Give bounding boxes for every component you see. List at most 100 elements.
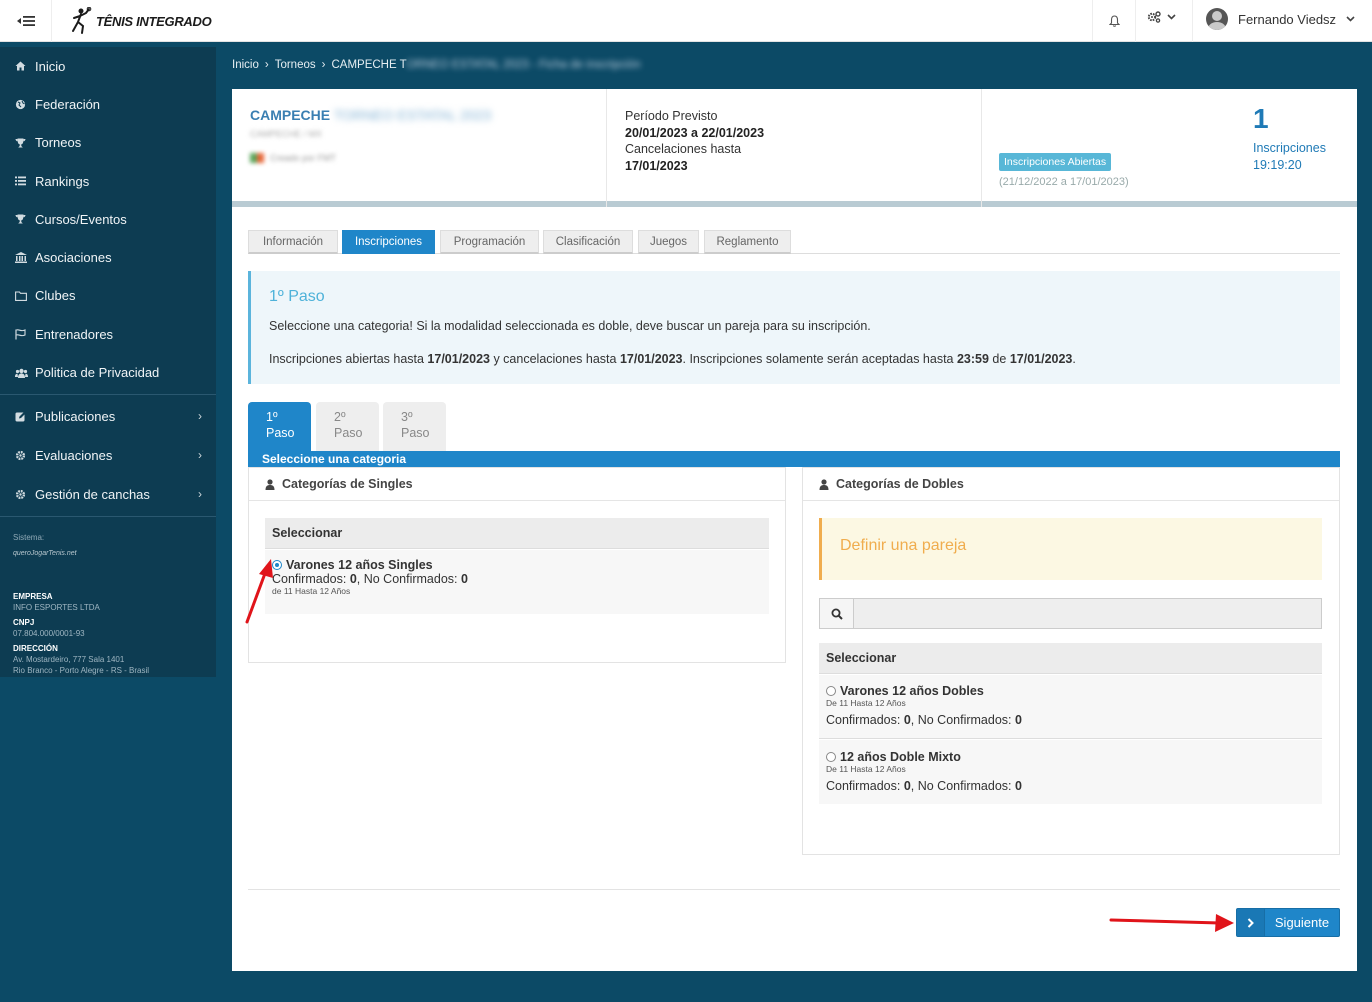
sidebar-nav: Inicio Federación Torneos Rankings Cursos/Ev… — [0, 47, 216, 392]
step-info-title: 1º Paso — [269, 288, 325, 305]
sidebar-item-label: Inicio — [35, 58, 66, 74]
sidebar-item-entrenadores[interactable]: Entrenadores — [0, 315, 216, 353]
cnpj-label: CNPJ — [13, 617, 35, 627]
list-icon — [15, 176, 35, 186]
registrations-time: 19:19:20 — [1253, 158, 1302, 172]
breadcrumb-item-inicio[interactable]: Inicio — [232, 59, 259, 71]
users-icon — [15, 368, 35, 378]
breadcrumb-item-current: CAMPECHE TORNEO ESTATAL 2023 - Ficha de … — [331, 59, 641, 71]
notifications-button[interactable] — [1104, 11, 1124, 31]
tournament-subtitle: CAMPECHE / MX — [250, 129, 323, 139]
institution-icon — [15, 252, 35, 264]
trophy-icon — [15, 214, 35, 224]
edit-icon — [15, 411, 35, 422]
divider — [981, 89, 982, 207]
company-value: INFO ESPORTES LTDA — [13, 602, 100, 612]
singles-box-header: Categorías de Singles — [249, 468, 785, 501]
company-info: EMPRESA INFO ESPORTES LTDA CNPJ 07.804.0… — [0, 557, 216, 676]
sidebar-item-evaluaciones[interactable]: Evaluaciones › — [0, 436, 216, 475]
divider — [1092, 0, 1093, 42]
tab-reglamento[interactable]: Reglamento — [704, 230, 791, 254]
tab-clasificación[interactable]: Clasificación — [543, 230, 633, 254]
address-line2: Rio Branco - Porto Alegre - RS - Brasil — [13, 665, 150, 675]
category-name: Varones 12 años Dobles — [840, 684, 984, 698]
step-info-deadlines: Inscripciones abiertas hasta 17/01/2023 … — [269, 352, 1076, 366]
partner-search-input[interactable] — [854, 599, 1321, 628]
sidebar-item-label: Clubes — [35, 288, 76, 304]
sidebar-item-clubes[interactable]: Clubes — [0, 277, 216, 315]
gears-icon — [1147, 11, 1161, 23]
doubles-select-header: Seleccionar — [819, 643, 1322, 674]
partner-warning: Definir una pareja — [819, 518, 1322, 580]
list-item[interactable]: Varones 12 años Singles Confirmados: 0, … — [265, 550, 769, 614]
doubles-box-header: Categorías de Dobles — [803, 468, 1339, 501]
sidebar-item-rankings[interactable]: Rankings — [0, 162, 216, 200]
tournament-period: Período Previsto 20/01/2023 a 22/01/2023… — [625, 108, 764, 174]
sidebar-item-label: Cursos/Eventos — [35, 211, 127, 227]
globe-icon — [15, 99, 35, 110]
step-info-text: Seleccione una categoria! Si la modalida… — [269, 319, 871, 333]
tab-información[interactable]: Información — [248, 230, 338, 254]
sidebar-item-torneos[interactable]: Torneos — [0, 124, 216, 162]
sidebar-item-cursos-eventos[interactable]: Cursos/Eventos — [0, 200, 216, 238]
tab-programación[interactable]: Programación — [440, 230, 539, 254]
sidebar-item-gestión-de-canchas[interactable]: Gestión de canchas › — [0, 475, 216, 514]
sidebar-item-label: Gestión de canchas — [35, 486, 150, 502]
radio-button[interactable] — [826, 686, 836, 696]
tournament-organizer: Creado por FMT — [250, 153, 600, 163]
list-item[interactable]: 12 años Doble Mixto De 11 Hasta 12 Años … — [819, 740, 1322, 804]
sidebar-item-publicaciones[interactable]: Publicaciones › — [0, 397, 216, 436]
flag-icon — [15, 328, 35, 340]
period-label: Período Previsto — [625, 109, 718, 123]
search-button[interactable] — [820, 599, 854, 628]
sidebar: Inicio Federación Torneos Rankings Cursos/Ev… — [0, 47, 216, 677]
tennis-player-icon — [72, 7, 92, 34]
settings-menu-button[interactable] — [1147, 11, 1176, 23]
brand-logo[interactable]: TÊNIS INTEGRADO — [68, 6, 212, 36]
registrations-info[interactable]: Inscripciones 19:19:20 — [1253, 140, 1326, 174]
cancel-label: Cancelaciones hasta — [625, 142, 742, 156]
period-value: 20/01/2023 a 22/01/2023 — [625, 125, 765, 140]
sidebar-item-inicio[interactable]: Inicio — [0, 47, 216, 85]
user-icon — [265, 478, 275, 490]
step-tab-1[interactable]: 1º Paso — [248, 402, 311, 451]
sidebar-item-federación[interactable]: Federación — [0, 85, 216, 123]
divider — [1192, 0, 1193, 42]
category-counts: Confirmados: 0, No Confirmados: 0 — [272, 572, 468, 586]
step-tab-3[interactable]: 3º Paso — [383, 402, 446, 451]
sidebar-item-politica-de-privacidad[interactable]: Politica de Privacidad — [0, 353, 216, 391]
singles-select-header: Seleccionar — [265, 518, 769, 549]
tab-juegos[interactable]: Juegos — [638, 230, 699, 254]
menu-collapse-icon — [16, 16, 35, 26]
radio-button[interactable] — [272, 560, 282, 570]
sidebar-item-label: Evaluaciones — [35, 447, 113, 463]
system-logo-text: queroJogarTenis.net — [13, 549, 77, 557]
radio-button[interactable] — [826, 752, 836, 762]
system-logo[interactable]: queroJogarTenis.net — [0, 550, 216, 557]
registrations-label: Inscripciones — [1253, 141, 1326, 155]
list-item[interactable]: Varones 12 años Dobles De 11 Hasta 12 Añ… — [819, 675, 1322, 739]
divider — [248, 889, 1340, 890]
sidebar-item-label: Politica de Privacidad — [35, 365, 160, 381]
category-range: De 11 Hasta 12 Años — [826, 764, 906, 774]
registrations-count: 1 — [1253, 103, 1269, 134]
category-range: de 11 Hasta 12 Años — [272, 586, 351, 596]
user-menu-button[interactable]: Fernando Viedsz — [1206, 8, 1355, 30]
tab-inscripciones[interactable]: Inscripciones — [342, 230, 435, 254]
sidebar-item-asociaciones[interactable]: Asociaciones — [0, 238, 216, 276]
next-button[interactable]: Siguiente — [1236, 908, 1340, 937]
breadcrumb-item-torneos[interactable]: Torneos — [275, 59, 316, 71]
sidebar-toggle-button[interactable] — [0, 0, 52, 42]
breadcrumb-separator-icon: › — [264, 59, 269, 71]
category-name: Varones 12 años Singles — [286, 558, 433, 572]
home-icon — [15, 61, 35, 71]
divider — [606, 89, 607, 207]
user-icon — [819, 478, 829, 490]
user-name: Fernando Viedsz — [1238, 11, 1337, 27]
category-range: De 11 Hasta 12 Años — [826, 698, 906, 708]
breadcrumb-separator-icon: › — [321, 59, 326, 71]
step-tab-2[interactable]: 2º Paso — [316, 402, 379, 451]
address-line1: Av. Mostardeiro, 777 Sala 1401 — [13, 654, 125, 664]
divider — [0, 393, 216, 395]
divider — [0, 515, 216, 517]
